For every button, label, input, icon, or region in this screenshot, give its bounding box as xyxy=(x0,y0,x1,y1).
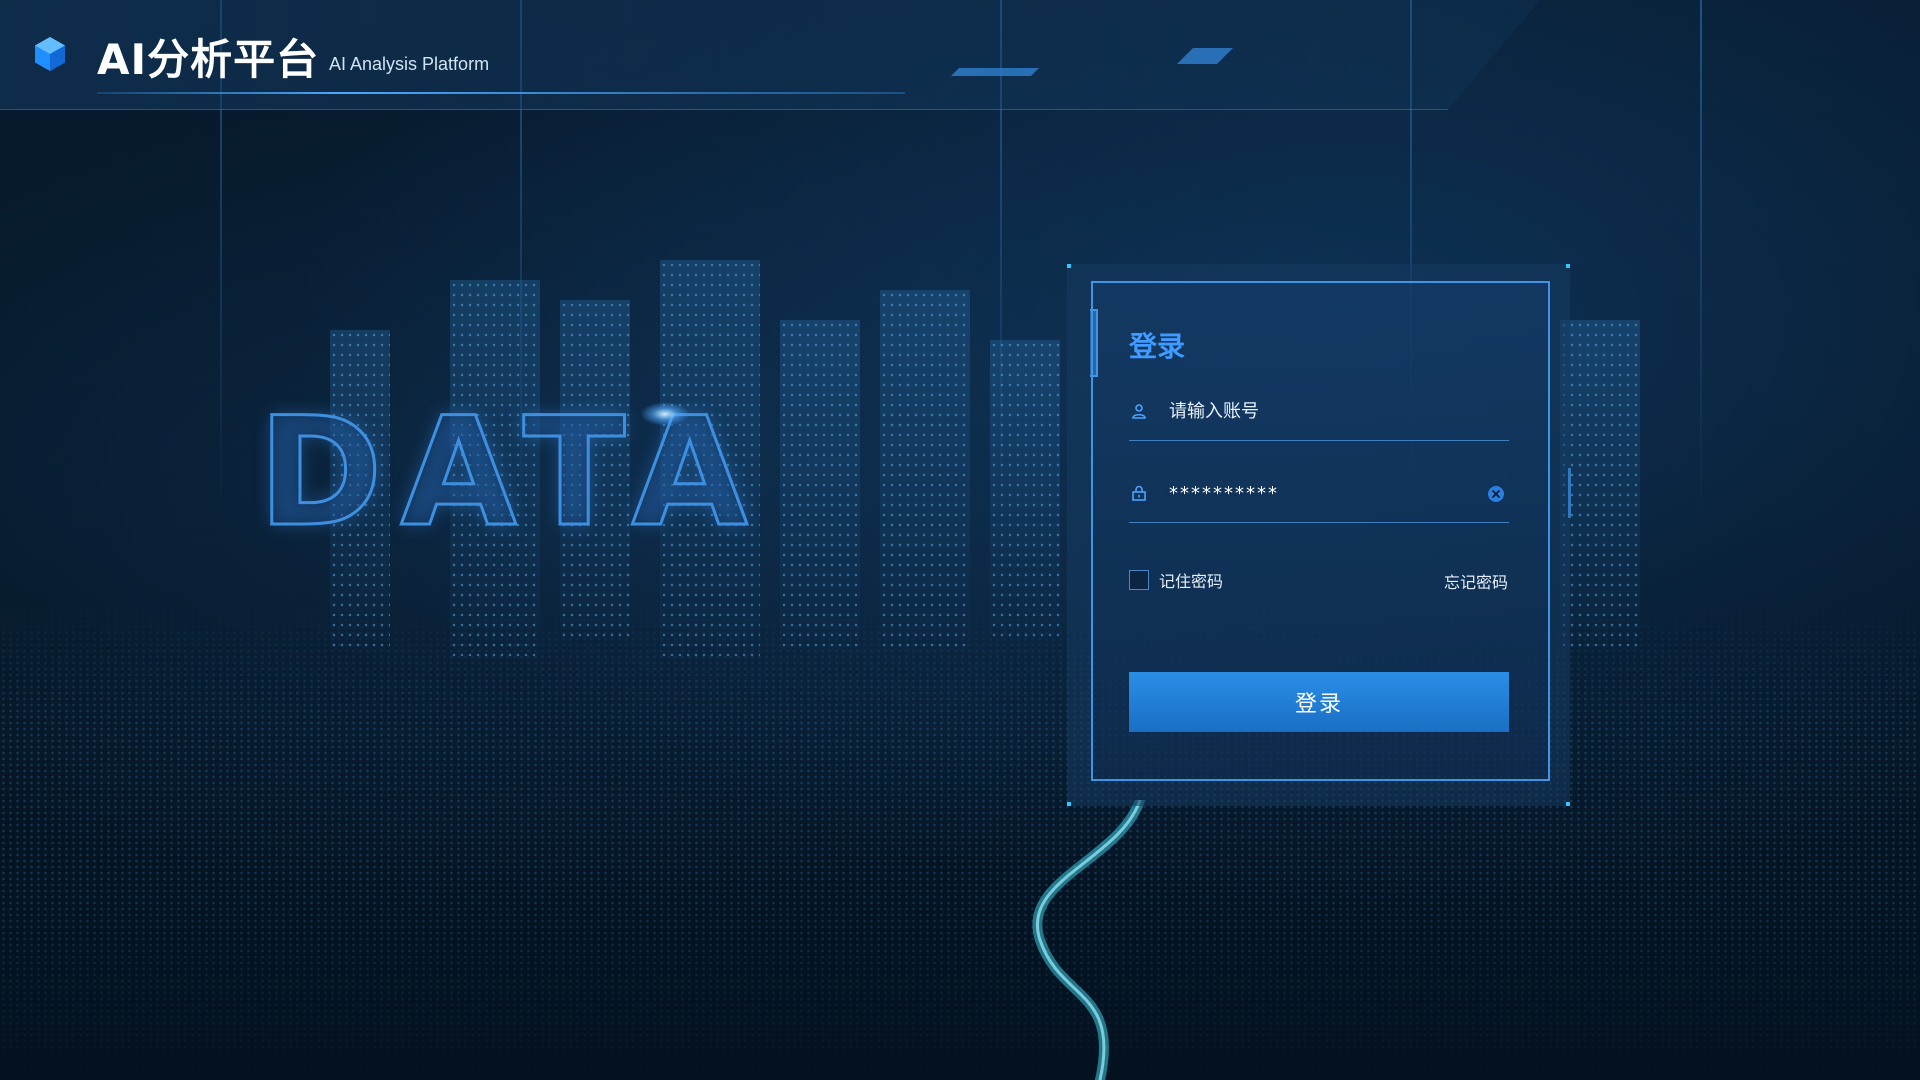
forgot-password-link[interactable]: 忘记密码 xyxy=(1444,569,1508,593)
corner-marker xyxy=(1566,802,1570,806)
panel-side-tick xyxy=(1568,468,1571,518)
login-title: 登录 xyxy=(1129,330,1186,363)
lock-icon xyxy=(1132,485,1146,501)
corner-marker xyxy=(1067,264,1071,268)
header-underline xyxy=(97,92,905,94)
panel-tab-decoration xyxy=(1090,309,1098,377)
remember-password[interactable]: 记住密码 xyxy=(1129,568,1223,592)
remember-label: 记住密码 xyxy=(1159,572,1224,591)
password-field xyxy=(1129,461,1509,523)
hexagon-logo-icon xyxy=(35,37,65,71)
corner-marker xyxy=(1067,802,1071,806)
hero-data-text: DATA xyxy=(257,386,766,560)
city-building xyxy=(990,340,1060,640)
clear-icon[interactable] xyxy=(1487,485,1505,503)
light-stream xyxy=(1032,800,1145,1080)
header-accent xyxy=(951,68,1039,76)
app-subtitle: AI Analysis Platform xyxy=(329,54,490,74)
username-field xyxy=(1129,379,1509,441)
header: AI分析平台 AI Analysis Platform xyxy=(0,0,1920,112)
app-title: AI分析平台 xyxy=(97,35,320,84)
login-button[interactable]: 登录 xyxy=(1129,672,1509,732)
username-input[interactable] xyxy=(1169,395,1489,427)
remember-checkbox[interactable] xyxy=(1129,570,1149,590)
login-form: 登录 记住密码 忘记密码 登录 xyxy=(1090,281,1550,781)
particle-waves xyxy=(0,600,1920,1080)
corner-marker xyxy=(1566,264,1570,268)
password-input[interactable] xyxy=(1169,477,1489,509)
light-flare xyxy=(640,402,690,426)
city-building xyxy=(880,290,970,650)
user-icon xyxy=(1132,404,1146,419)
